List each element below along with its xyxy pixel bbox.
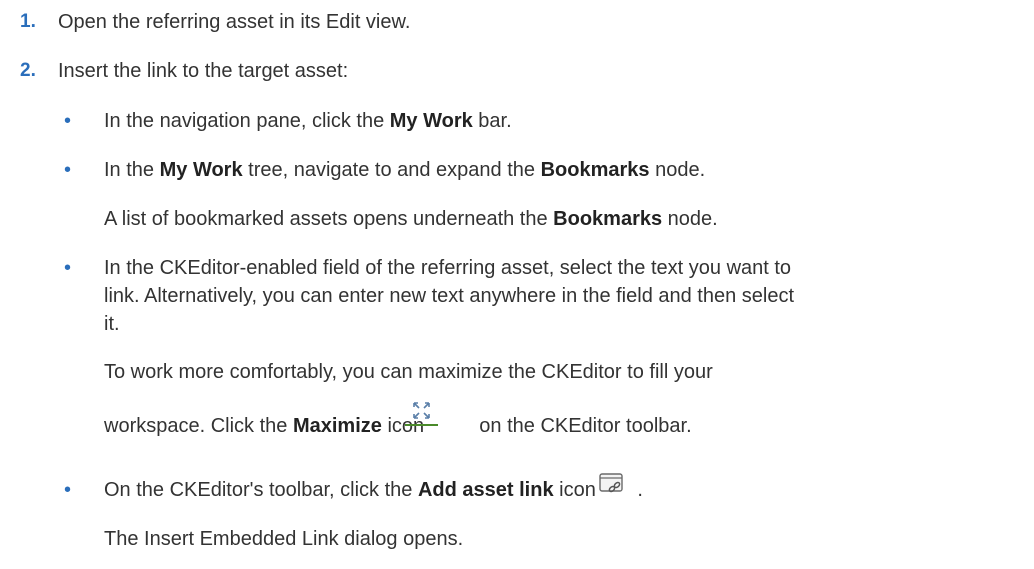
bullet-note: To work more comfortably, you can maximi…: [104, 361, 713, 383]
bullet-marker: •: [64, 257, 72, 279]
maximize-icon: [405, 397, 438, 426]
bullet-note: A list of bookmarked assets opens undern…: [104, 208, 718, 230]
add-asset-link-icon: [597, 470, 627, 498]
bullet-text: link. Alternatively, you can enter new t…: [104, 285, 795, 307]
step-number: 2.: [20, 60, 36, 81]
step-text: Insert the link to the target asset:: [58, 60, 349, 82]
bullet-text: In the navigation pane, click the My Wor…: [104, 110, 512, 132]
bullet-marker: •: [64, 110, 72, 132]
step-number: 1.: [20, 11, 36, 32]
bullet-note: The Insert Embedded Link dialog opens.: [104, 528, 464, 550]
step-text: Open the referring asset in its Edit vie…: [58, 11, 411, 33]
bullet-text: On the CKEditor's toolbar, click the Add…: [104, 479, 643, 501]
bullet-text: In the CKEditor-enabled field of the ref…: [104, 257, 792, 279]
bullet-marker: •: [64, 479, 72, 501]
bullet-marker: •: [64, 159, 72, 181]
bullet-text: In the My Work tree, navigate to and exp…: [104, 159, 706, 181]
bullet-text: it.: [104, 313, 120, 335]
bullet-note: workspace. Click the Maximize icon on th…: [104, 415, 692, 437]
